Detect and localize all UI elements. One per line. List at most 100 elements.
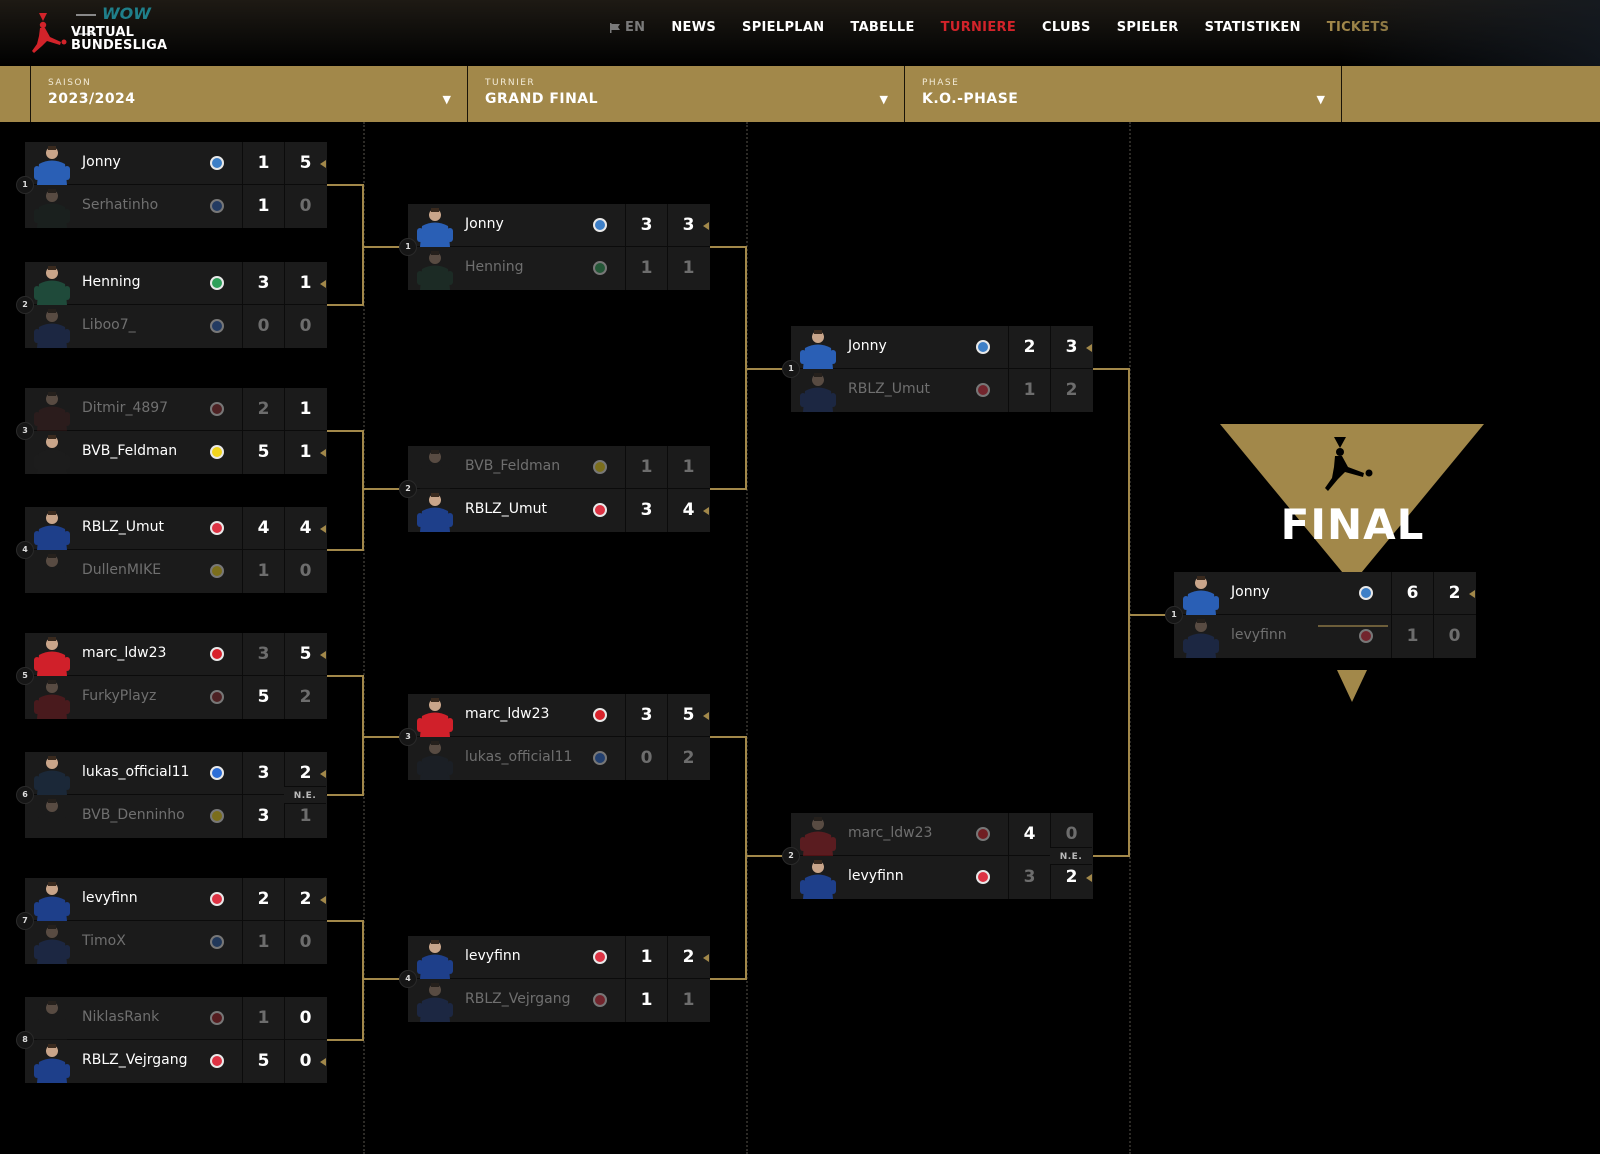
player-name[interactable]: levyfinn <box>465 948 521 964</box>
player-row-winner[interactable]: Jonny 3 3 <box>408 204 710 247</box>
match-card[interactable]: marc_ldw23 3 5 lukas_official11 0 2 3 <box>399 694 710 780</box>
player-row-loser[interactable]: Serhatinho 1 0 <box>25 185 327 228</box>
player-name[interactable]: RBLZ_Umut <box>465 501 547 517</box>
player-row-winner[interactable]: Jonny 1 5 <box>25 142 327 185</box>
nav-item-label: SPIELPLAN <box>742 20 825 35</box>
match-card[interactable]: marc_ldw23 4 0 levyfinn 3 2 N.E. 2 <box>782 813 1093 899</box>
score-leg-2: 2 <box>1050 369 1092 412</box>
match-card[interactable]: RBLZ_Umut 4 4 DullenMIKE 1 0 4 <box>16 507 327 593</box>
player-row-winner[interactable]: levyfinn 3 2 <box>791 856 1093 899</box>
player-row-winner[interactable]: Jonny 2 3 <box>791 326 1093 369</box>
player-name[interactable]: levyfinn <box>82 890 138 906</box>
nav-item-tabelle[interactable]: TABELLE <box>850 20 914 35</box>
match-card[interactable]: levyfinn 2 2 TimoX 1 0 7 <box>16 878 327 964</box>
player-name[interactable]: marc_ldw23 <box>848 825 932 841</box>
player-name[interactable]: RBLZ_Vejrgang <box>82 1052 187 1068</box>
season-select[interactable]: SAISON 2023/2024 ▼ <box>31 66 468 122</box>
player-row-winner[interactable]: marc_ldw23 3 5 <box>25 633 327 676</box>
player-name[interactable]: DullenMIKE <box>82 562 161 578</box>
match-number-badge: 1 <box>399 238 417 256</box>
nav-item-en[interactable]: EN <box>610 20 645 35</box>
player-avatar-icon <box>34 882 70 921</box>
player-name[interactable]: RBLZ_Umut <box>848 381 930 397</box>
player-name[interactable]: Liboo7_ <box>82 317 136 333</box>
club-crest-icon <box>210 809 224 823</box>
player-name[interactable]: RBLZ_Vejrgang <box>465 991 570 1007</box>
player-name[interactable]: Jonny <box>848 338 887 354</box>
score-leg-2: 0 <box>284 550 326 593</box>
score-leg-2: 0 <box>284 305 326 348</box>
match-card[interactable]: marc_ldw23 3 5 FurkyPlayz 5 2 5 <box>16 633 327 719</box>
player-name[interactable]: Jonny <box>82 154 121 170</box>
player-row-loser[interactable]: RBLZ_Vejrgang 1 1 <box>408 979 710 1022</box>
match-card[interactable]: lukas_official11 3 2 BVB_Denninho 3 1 N.E. 6 <box>16 752 327 838</box>
player-row-winner[interactable]: lukas_official11 3 2 <box>25 752 327 795</box>
player-name[interactable]: marc_ldw23 <box>82 645 166 661</box>
player-name[interactable]: Jonny <box>1231 584 1270 600</box>
nav-item-statistiken[interactable]: STATISTIKEN <box>1205 20 1301 35</box>
player-name[interactable]: lukas_official11 <box>82 764 189 780</box>
player-name[interactable]: RBLZ_Umut <box>82 519 164 535</box>
player-name[interactable]: marc_ldw23 <box>465 706 549 722</box>
match-card[interactable]: Henning 3 1 Liboo7_ 0 0 2 <box>16 262 327 348</box>
tournament-select[interactable]: TURNIER GRAND FINAL ▼ <box>468 66 905 122</box>
player-row-winner[interactable]: levyfinn 2 2 <box>25 878 327 921</box>
player-row-loser[interactable]: NiklasRank 1 0 <box>25 997 327 1040</box>
match-card[interactable]: Ditmir_4897 2 1 BVB_Feldman 5 1 3 <box>16 388 327 474</box>
player-avatar-icon <box>34 554 70 593</box>
player-row-winner[interactable]: RBLZ_Vejrgang 5 0 <box>25 1040 327 1083</box>
player-avatar <box>31 307 73 348</box>
player-row-winner[interactable]: RBLZ_Umut 4 4 <box>25 507 327 550</box>
player-row-loser[interactable]: BVB_Feldman 1 1 <box>408 446 710 489</box>
player-name[interactable]: TimoX <box>82 933 126 949</box>
nav-item-spieler[interactable]: SPIELER <box>1117 20 1179 35</box>
player-row-loser[interactable]: RBLZ_Umut 1 2 <box>791 369 1093 412</box>
player-row-winner[interactable]: RBLZ_Umut 3 4 <box>408 489 710 532</box>
player-name[interactable]: Henning <box>465 259 524 275</box>
player-row-loser[interactable]: BVB_Denninho 3 1 <box>25 795 327 838</box>
match-card[interactable]: BVB_Feldman 1 1 RBLZ_Umut 3 4 2 <box>399 446 710 532</box>
player-avatar <box>31 509 73 550</box>
player-row-loser[interactable]: Henning 1 1 <box>408 247 710 290</box>
player-row-loser[interactable]: FurkyPlayz 5 2 <box>25 676 327 719</box>
player-name[interactable]: levyfinn <box>848 868 904 884</box>
player-name[interactable]: Serhatinho <box>82 197 158 213</box>
virtual-bundesliga-logo[interactable]: WOW VIRTUAL BUNDESLIGA <box>28 4 178 60</box>
match-card[interactable]: Jonny 1 5 Serhatinho 1 0 1 <box>16 142 327 228</box>
bracket-connector-line <box>327 430 364 432</box>
player-row-winner[interactable]: marc_ldw23 3 5 <box>408 694 710 737</box>
match-card[interactable]: Jonny 3 3 Henning 1 1 1 <box>399 204 710 290</box>
player-row-loser[interactable]: TimoX 1 0 <box>25 921 327 964</box>
player-row-loser[interactable]: levyfinn 1 0 <box>1174 615 1476 658</box>
phase-select[interactable]: PHASE K.O.-PHASE ▼ <box>905 66 1342 122</box>
player-name[interactable]: FurkyPlayz <box>82 688 156 704</box>
match-card[interactable]: Jonny 2 3 RBLZ_Umut 1 2 1 <box>782 326 1093 412</box>
player-name[interactable]: BVB_Feldman <box>465 458 560 474</box>
match-card[interactable]: Jonny 6 2 levyfinn 1 0 1 <box>1165 572 1476 658</box>
player-name[interactable]: BVB_Denninho <box>82 807 185 823</box>
player-row-loser[interactable]: Ditmir_4897 2 1 <box>25 388 327 431</box>
player-name[interactable]: Jonny <box>465 216 504 232</box>
match-card[interactable]: NiklasRank 1 0 RBLZ_Vejrgang 5 0 8 <box>16 997 327 1083</box>
player-name[interactable]: NiklasRank <box>82 1009 159 1025</box>
player-row-loser[interactable]: marc_ldw23 4 0 <box>791 813 1093 856</box>
player-name[interactable]: BVB_Feldman <box>82 443 177 459</box>
player-name[interactable]: Ditmir_4897 <box>82 400 168 416</box>
player-row-loser[interactable]: DullenMIKE 1 0 <box>25 550 327 593</box>
nav-item-news[interactable]: NEWS <box>671 20 716 35</box>
player-name[interactable]: lukas_official11 <box>465 749 572 765</box>
player-row-winner[interactable]: BVB_Feldman 5 1 <box>25 431 327 474</box>
nav-item-turniere[interactable]: TURNIERE <box>941 20 1016 35</box>
match-card[interactable]: levyfinn 1 2 RBLZ_Vejrgang 1 1 4 <box>399 936 710 1022</box>
player-row-winner[interactable]: Henning 3 1 <box>25 262 327 305</box>
player-name[interactable]: Henning <box>82 274 141 290</box>
player-name[interactable]: levyfinn <box>1231 627 1287 643</box>
nav-item-clubs[interactable]: CLUBS <box>1042 20 1091 35</box>
nav-item-tickets[interactable]: TICKETS <box>1327 20 1390 35</box>
nav-item-spielplan[interactable]: SPIELPLAN <box>742 20 824 35</box>
player-row-winner[interactable]: Jonny 6 2 <box>1174 572 1476 615</box>
score-leg-2: 1 <box>667 979 709 1022</box>
player-row-loser[interactable]: Liboo7_ 0 0 <box>25 305 327 348</box>
player-row-winner[interactable]: levyfinn 1 2 <box>408 936 710 979</box>
player-row-loser[interactable]: lukas_official11 0 2 <box>408 737 710 780</box>
